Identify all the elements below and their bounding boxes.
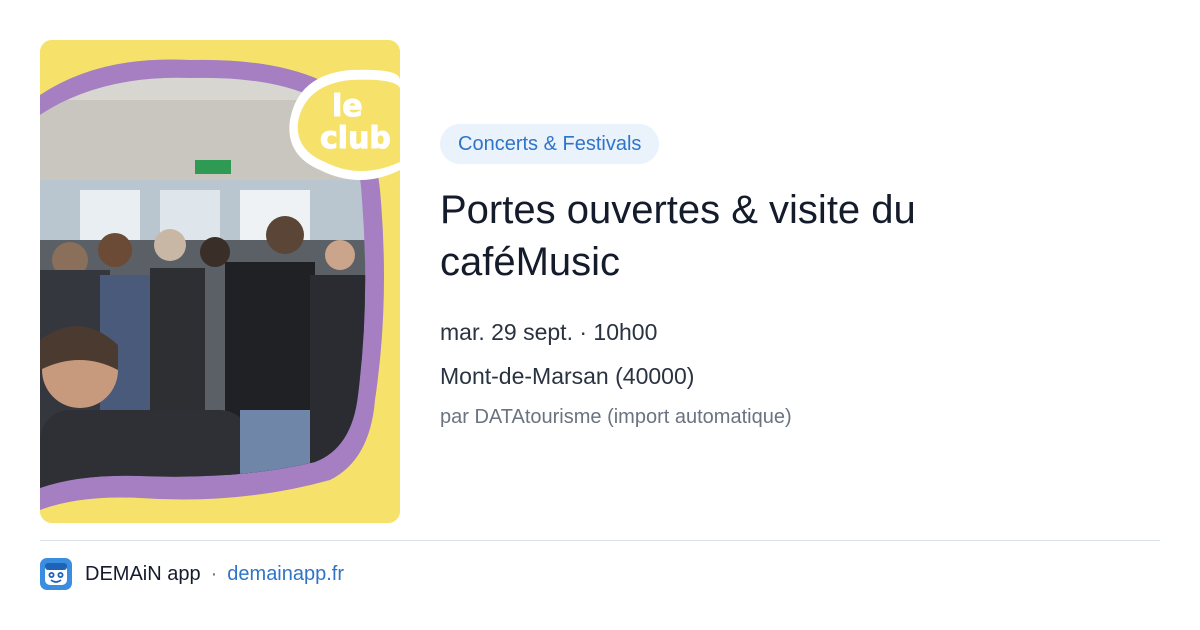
demain-app-icon	[40, 558, 72, 590]
svg-text:club: club	[320, 121, 391, 156]
event-image[interactable]: le club	[40, 40, 400, 523]
footer-separator: ·	[210, 562, 218, 585]
event-datetime: mar. 29 sept. · 10h00	[440, 319, 658, 345]
divider	[40, 540, 1160, 541]
event-photo-illustration: le club	[40, 40, 400, 523]
app-url-link[interactable]: demainapp.fr	[227, 563, 344, 586]
svg-text:le: le	[332, 89, 363, 124]
event-title[interactable]: Portes ouvertes & visite du caféMusic	[440, 184, 1020, 288]
category-badge[interactable]: Concerts & Festivals	[440, 124, 660, 164]
event-source: par DATAtourisme (import automatique)	[440, 406, 792, 428]
footer: DEMAiN app · demainapp.fr	[40, 558, 344, 590]
app-name: DEMAiN app	[85, 562, 201, 585]
event-details: Concerts & Festivals Portes ouvertes & v…	[440, 124, 1160, 430]
event-location: Mont-de-Marsan (40000)	[440, 363, 695, 389]
